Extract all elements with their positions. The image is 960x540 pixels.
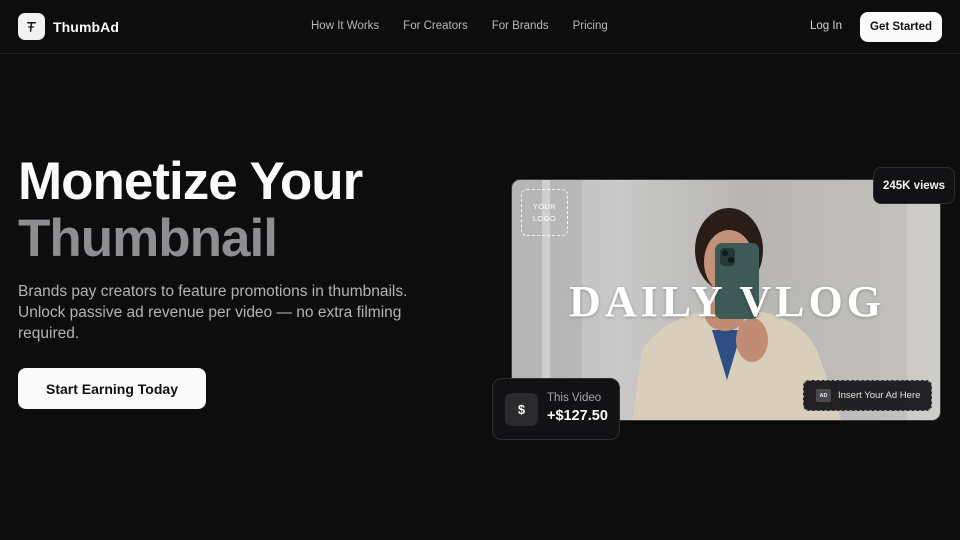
- logo-placeholder-line2: LOGO: [532, 213, 557, 223]
- nav-link-for-creators[interactable]: For Creators: [403, 20, 468, 32]
- nav-links: How It Works For Creators For Brands Pri…: [311, 20, 608, 32]
- top-nav: ThumbAd How It Works For Creators For Br…: [0, 0, 960, 54]
- get-started-button[interactable]: Get Started: [860, 12, 942, 42]
- headline-line-muted: Thumbnail: [18, 209, 278, 268]
- logo-placeholder-line1: YOUR: [532, 201, 557, 211]
- ad-placeholder[interactable]: AD Insert Your Ad Here: [803, 380, 932, 411]
- dollar-icon: $: [505, 393, 538, 426]
- hero-subcopy: Brands pay creators to feature promotion…: [18, 283, 408, 342]
- earnings-card: $ This Video +$127.50: [492, 378, 620, 440]
- hero-headline: Monetize Your Thumbnail: [18, 152, 363, 268]
- nav-link-pricing[interactable]: Pricing: [573, 20, 608, 32]
- start-earning-button[interactable]: Start Earning Today: [18, 368, 206, 409]
- landing-page: ThumbAd How It Works For Creators For Br…: [0, 0, 960, 540]
- brand-mark-icon: [18, 13, 45, 40]
- earnings-label: This Video: [547, 392, 602, 404]
- ad-tag-icon: AD: [816, 389, 831, 402]
- ad-placeholder-label: Insert Your Ad Here: [838, 390, 921, 401]
- thumbnail-title: DAILY VLOG: [569, 277, 885, 326]
- brand-logo-link[interactable]: ThumbAd: [18, 13, 119, 40]
- nav-link-how-it-works[interactable]: How It Works: [311, 20, 379, 32]
- views-badge: 245K views: [873, 167, 955, 204]
- logo-glyph-icon: [27, 22, 36, 32]
- earnings-value: +$127.50: [547, 408, 608, 424]
- login-link[interactable]: Log In: [810, 20, 842, 32]
- brand-name: ThumbAd: [53, 18, 120, 35]
- nav-link-for-brands[interactable]: For Brands: [492, 20, 549, 32]
- logo-placeholder[interactable]: YOUR LOGO: [521, 189, 568, 236]
- headline-line-primary: Monetize Your: [18, 152, 363, 211]
